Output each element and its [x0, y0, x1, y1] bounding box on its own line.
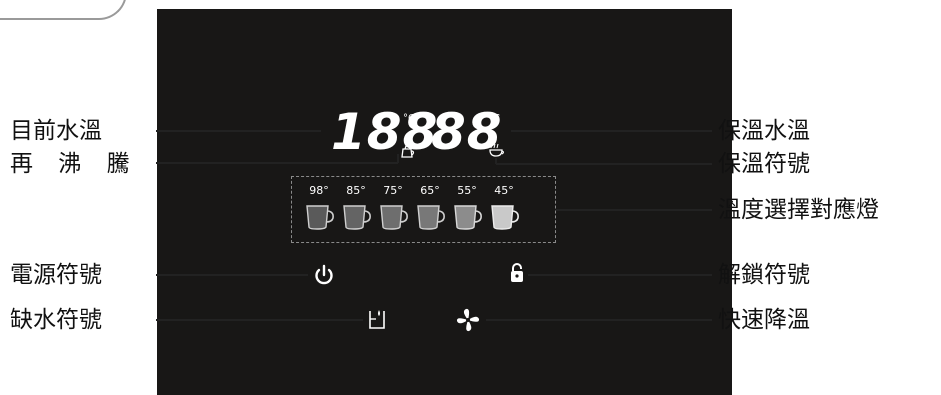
label-unlock: 解鎖符號 [718, 262, 810, 288]
label-reboil: 再 沸 騰 [10, 151, 139, 177]
label-temp-lights: 溫度選擇對應燈 [718, 197, 879, 223]
label-keepwarm-temp: 保溫水溫 [718, 118, 810, 144]
label-power: 電源符號 [10, 262, 102, 288]
label-fast-cool: 快速降溫 [718, 307, 810, 333]
label-low-water: 缺水符號 [10, 307, 102, 333]
label-current-temp: 目前水溫 [10, 118, 102, 144]
label-keepwarm-symbol: 保溫符號 [718, 151, 810, 177]
